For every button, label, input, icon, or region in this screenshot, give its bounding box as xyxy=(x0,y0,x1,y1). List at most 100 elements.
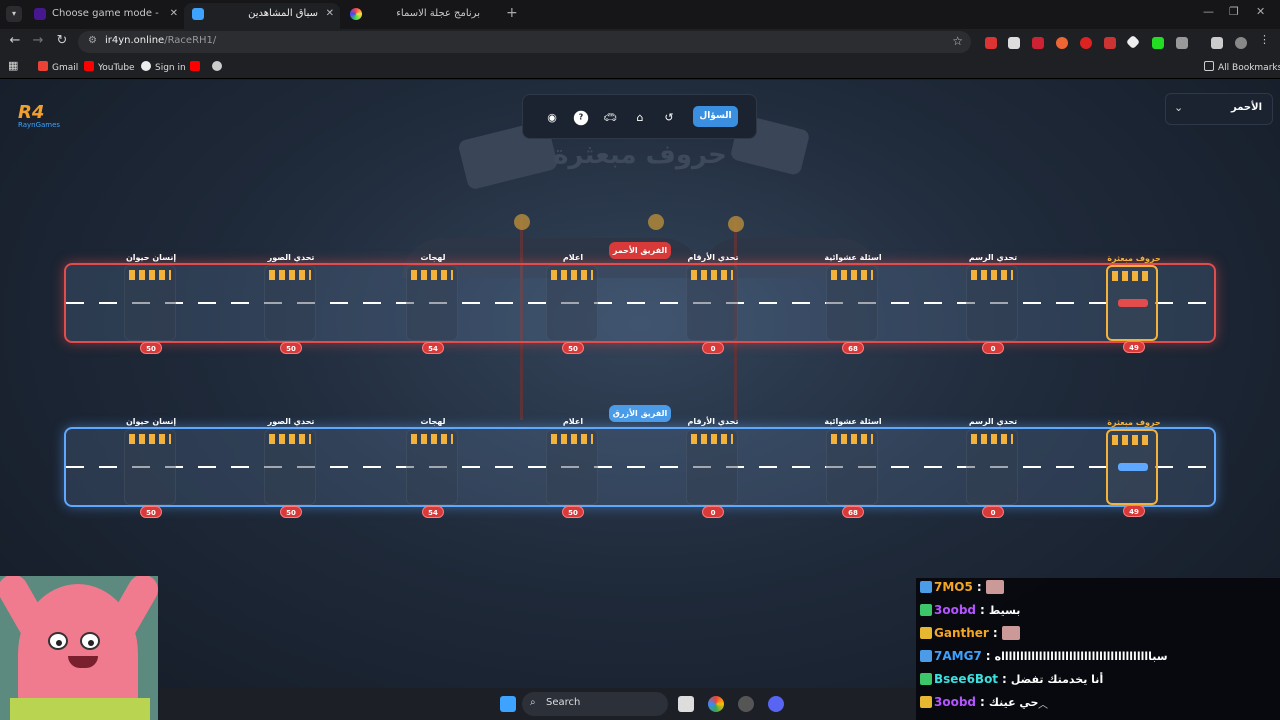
taskbar-search[interactable]: ⌕ Search xyxy=(522,692,668,716)
chat-username[interactable]: 7MO5 xyxy=(934,580,973,594)
live-chat: 7MO5:3oobd: بسيط Ganther:7AMG7: سبااااااااا… xyxy=(916,578,1280,720)
bookmark-star-icon[interactable]: ☆ xyxy=(952,34,963,48)
search-icon: ⌕ xyxy=(530,697,536,708)
stop-label: حروف مبعثرة xyxy=(1107,254,1161,263)
stop-stripes xyxy=(971,270,1013,280)
apps-grid-icon[interactable]: ▦ xyxy=(8,59,18,72)
extension-icon[interactable] xyxy=(1152,37,1164,49)
bookmark-youtube-2[interactable] xyxy=(190,61,204,73)
signin-icon xyxy=(141,61,151,71)
chat-badge-icon xyxy=(920,627,932,639)
light-bulb xyxy=(514,214,530,230)
home-icon[interactable]: ⌂ xyxy=(631,109,649,127)
question-button[interactable]: السؤال xyxy=(693,106,738,127)
wheel-favicon-icon xyxy=(350,8,362,20)
bookmark-signin[interactable]: Sign in xyxy=(141,61,186,73)
folder-icon xyxy=(1204,61,1214,71)
toolbar: ← → ↻ ⚙ ir4yn.online/RaceRH1/ ☆ ⋮ xyxy=(0,29,1280,55)
extension-icon[interactable] xyxy=(1032,37,1044,49)
team-select[interactable]: الأحمر ⌄ xyxy=(1165,93,1273,125)
forward-icon[interactable]: → xyxy=(29,33,47,48)
chat-username[interactable]: Ganther xyxy=(934,626,989,640)
chat-username[interactable]: 3oobd xyxy=(934,603,976,617)
discord-icon[interactable] xyxy=(768,696,784,712)
reload-icon[interactable]: ↻ xyxy=(53,33,71,48)
tab-search-button[interactable]: ▾ xyxy=(6,6,22,22)
chat-badge-icon xyxy=(920,604,932,616)
youtube-icon xyxy=(84,61,94,71)
download-arrow-icon[interactable] xyxy=(1104,37,1116,49)
bookmark-youtube[interactable]: YouTube xyxy=(84,61,135,73)
stop-stripes xyxy=(551,434,593,444)
new-tab-button[interactable]: + xyxy=(506,5,518,21)
stop-label: تحدي الصور xyxy=(267,417,315,426)
race-stop: تحدي الرسم 0 xyxy=(966,417,1018,518)
stop-label: تحدي الصور xyxy=(267,253,315,262)
stop-score: 0 xyxy=(982,506,1004,518)
stop-score: 49 xyxy=(1123,341,1145,353)
eye-icon[interactable]: ◉ xyxy=(543,109,561,127)
extension-icon[interactable] xyxy=(1080,37,1092,49)
stop-label: لهجات xyxy=(420,417,446,426)
back-icon[interactable]: ← xyxy=(6,33,24,48)
stop-score: 50 xyxy=(280,342,302,354)
refresh-icon[interactable]: ↺ xyxy=(660,109,678,127)
obs-icon[interactable] xyxy=(738,696,754,712)
extension-icon[interactable] xyxy=(1125,34,1141,50)
tab-wheel[interactable]: برنامج عجلة الاسماء xyxy=(342,3,502,29)
chrome-icon[interactable] xyxy=(708,696,724,712)
stop-label: تحدي الأرقام xyxy=(687,417,739,426)
race-stop: حروف مبعثرة 49 xyxy=(1106,418,1161,517)
stop-stripes xyxy=(269,434,311,444)
race-stop: تحدي الأرقام 0 xyxy=(686,253,738,354)
stop-label: اسئلة عشوائية xyxy=(824,417,882,426)
menu-kebab-icon[interactable]: ⋮ xyxy=(1259,34,1271,47)
chat-message: 3oobd: بسيط xyxy=(920,603,1276,623)
car-icon[interactable]: 🚗︎ xyxy=(601,109,619,127)
stop-label: اسئلة عشوائية xyxy=(824,253,882,262)
chat-username[interactable]: 3oobd xyxy=(934,695,976,709)
tab-race[interactable]: سباق المشاهدين ✕ xyxy=(184,3,340,29)
stop-label: تحدي الأرقام xyxy=(687,253,739,262)
stop-score: 50 xyxy=(562,342,584,354)
close-icon[interactable]: ✕ xyxy=(170,3,178,25)
task-view-icon[interactable] xyxy=(678,696,694,712)
windows-start-icon[interactable] xyxy=(500,696,516,712)
stop-stripes xyxy=(129,434,171,444)
tray-chevron-icon[interactable]: ︿ xyxy=(1038,696,1054,712)
lane-dashes xyxy=(66,466,1214,468)
stop-label: اعلام xyxy=(562,417,584,426)
chat-message: 3oobd: حي عينك xyxy=(920,695,1276,715)
tab-kahoot[interactable]: Choose game mode - Kahoot! ✕ xyxy=(26,3,184,29)
race-car-icon xyxy=(1118,463,1148,471)
chat-emote-icon xyxy=(1001,626,1020,640)
chat-separator: : xyxy=(985,649,991,663)
extension-icon[interactable] xyxy=(1056,37,1068,49)
challenge-title: حروف مبعثرة xyxy=(553,140,727,170)
bookmark-globe[interactable] xyxy=(212,61,226,73)
all-bookmarks[interactable]: All Bookmarks xyxy=(1204,61,1280,73)
stop-stripes xyxy=(971,434,1013,444)
extension-icon[interactable] xyxy=(985,37,997,49)
stop-stripes xyxy=(1112,435,1152,445)
chat-username[interactable]: Bsee6Bot xyxy=(934,672,998,686)
bookmark-gmail[interactable]: Gmail xyxy=(38,61,78,73)
close-icon[interactable]: ✕ xyxy=(326,3,334,25)
minimize-icon[interactable]: — xyxy=(1203,5,1214,18)
maximize-icon[interactable]: ❐ xyxy=(1229,5,1239,18)
stop-stripes xyxy=(551,270,593,280)
puzzle-icon[interactable] xyxy=(1176,37,1188,49)
downloads-icon[interactable] xyxy=(1211,37,1223,49)
profile-avatar-icon[interactable] xyxy=(1235,37,1247,49)
chat-username[interactable]: 7AMG7 xyxy=(934,649,982,663)
address-bar[interactable]: ⚙ ir4yn.online/RaceRH1/ ☆ xyxy=(78,31,971,53)
stop-label: تحدي الرسم xyxy=(968,417,1018,426)
light-bulb xyxy=(728,216,744,232)
cartoon-pants xyxy=(10,698,150,720)
help-icon[interactable]: ? xyxy=(573,110,589,126)
window-close-icon[interactable]: ✕ xyxy=(1256,5,1265,18)
globe-icon xyxy=(212,61,222,71)
kahoot-favicon-icon xyxy=(34,8,46,20)
site-info-icon[interactable]: ⚙ xyxy=(88,35,97,46)
extension-icon[interactable] xyxy=(1008,37,1020,49)
